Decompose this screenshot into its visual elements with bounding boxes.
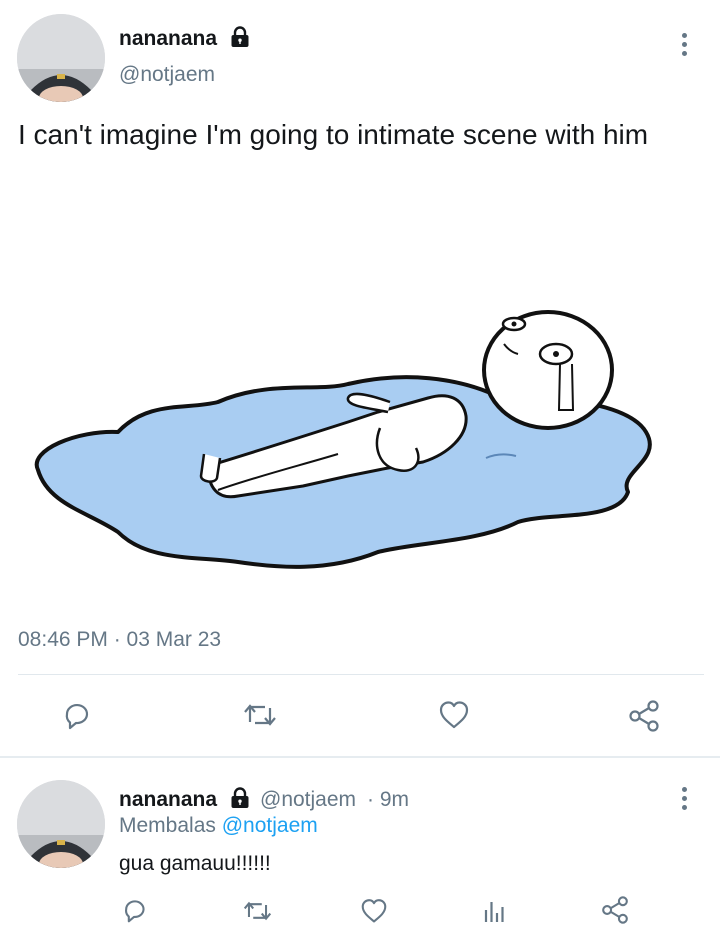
reply-icon[interactable] — [121, 897, 147, 923]
divider — [0, 756, 720, 758]
reply-text: gua gamauu!!!!!! — [119, 852, 271, 875]
replying-to: Membalas @notjaem — [119, 814, 318, 838]
more-vertical-icon[interactable] — [681, 33, 687, 60]
display-name[interactable]: nananana — [119, 27, 217, 51]
tweet-text: I can't imagine I'm going to intimate sc… — [18, 119, 649, 150]
handle[interactable]: @notjaem — [119, 63, 215, 87]
share-icon[interactable] — [600, 896, 630, 924]
reply-tweet[interactable]: nananana @notjaem · 9m Membalas @notjaem… — [0, 760, 720, 944]
retweet-icon[interactable] — [243, 700, 277, 730]
avatar[interactable] — [17, 14, 105, 102]
retweet-icon[interactable] — [243, 898, 272, 924]
tweet-timestamp[interactable]: 08:46 PM · 03 Mar 23 — [18, 628, 221, 652]
main-tweet: nananana @notjaem I can't imagine I'm go… — [0, 0, 720, 760]
lock-icon — [229, 26, 251, 48]
tweet-media[interactable] — [18, 170, 680, 612]
avatar[interactable] — [17, 780, 105, 868]
share-icon[interactable] — [627, 700, 661, 732]
divider — [18, 674, 704, 675]
reply-icon[interactable] — [61, 700, 91, 730]
tweet-time: · 9m — [367, 788, 409, 811]
replying-to-handle[interactable]: @notjaem — [222, 814, 318, 837]
display-name[interactable]: nananana — [119, 788, 217, 812]
heart-icon[interactable] — [360, 898, 388, 924]
lock-icon — [229, 787, 251, 809]
handle[interactable]: @notjaem — [260, 788, 356, 812]
replying-prefix: Membalas — [119, 814, 216, 837]
heart-icon[interactable] — [438, 700, 470, 730]
analytics-icon[interactable] — [483, 898, 505, 924]
more-vertical-icon[interactable] — [681, 787, 687, 814]
